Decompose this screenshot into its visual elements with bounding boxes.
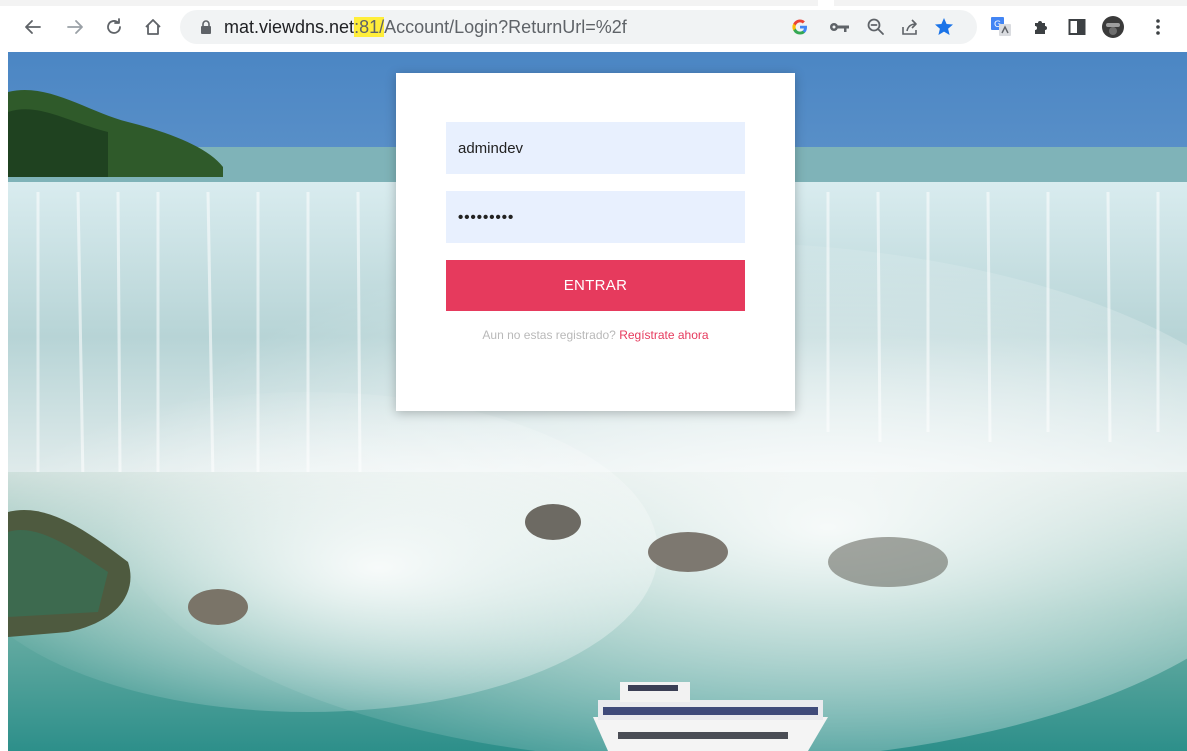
url-port-highlight: :81/ [354, 17, 385, 37]
side-panel-icon[interactable] [1064, 14, 1090, 40]
tab-strip-edge [834, 0, 1187, 6]
zoom-icon[interactable] [864, 15, 888, 39]
tab-strip-edge [0, 0, 818, 6]
key-icon[interactable] [828, 15, 852, 39]
back-button[interactable] [20, 14, 46, 40]
login-card: ENTRAR Aun no estas registrado? Regístra… [396, 73, 795, 411]
kebab-menu-icon[interactable] [1145, 14, 1171, 40]
home-button[interactable] [140, 14, 166, 40]
home-icon [145, 19, 161, 35]
username-field[interactable] [446, 122, 745, 174]
address-bar[interactable]: mat.viewdns.net:81/Account/Login?ReturnU… [180, 10, 977, 44]
register-link[interactable]: Regístrate ahora [619, 328, 708, 342]
share-icon[interactable] [898, 15, 922, 39]
url-host: mat.viewdns.net [224, 17, 355, 37]
register-prompt: Aun no estas registrado? Regístrate ahor… [396, 328, 795, 342]
translate-extension-icon[interactable]: G [988, 14, 1014, 40]
browser-toolbar: mat.viewdns.net:81/Account/Login?ReturnU… [0, 0, 1187, 52]
lock-icon[interactable] [198, 19, 214, 35]
login-button[interactable]: ENTRAR [446, 260, 745, 311]
url-text[interactable]: mat.viewdns.net:81/Account/Login?ReturnU… [224, 16, 627, 38]
login-page: ENTRAR Aun no estas registrado? Regístra… [8, 52, 1187, 751]
url-path: Account/Login?ReturnUrl=%2f [384, 17, 627, 37]
forward-arrow-icon [67, 20, 83, 34]
forward-button[interactable] [62, 14, 88, 40]
profile-avatar-icon[interactable] [1100, 14, 1126, 40]
google-g-icon[interactable] [788, 15, 812, 39]
reload-button[interactable] [101, 14, 127, 40]
back-arrow-icon [25, 20, 41, 34]
password-field[interactable] [446, 191, 745, 243]
register-prompt-text: Aun no estas registrado? [482, 328, 616, 342]
bookmark-star-icon[interactable] [932, 15, 956, 39]
puzzle-extensions-icon[interactable] [1028, 14, 1054, 40]
reload-icon [107, 18, 121, 34]
